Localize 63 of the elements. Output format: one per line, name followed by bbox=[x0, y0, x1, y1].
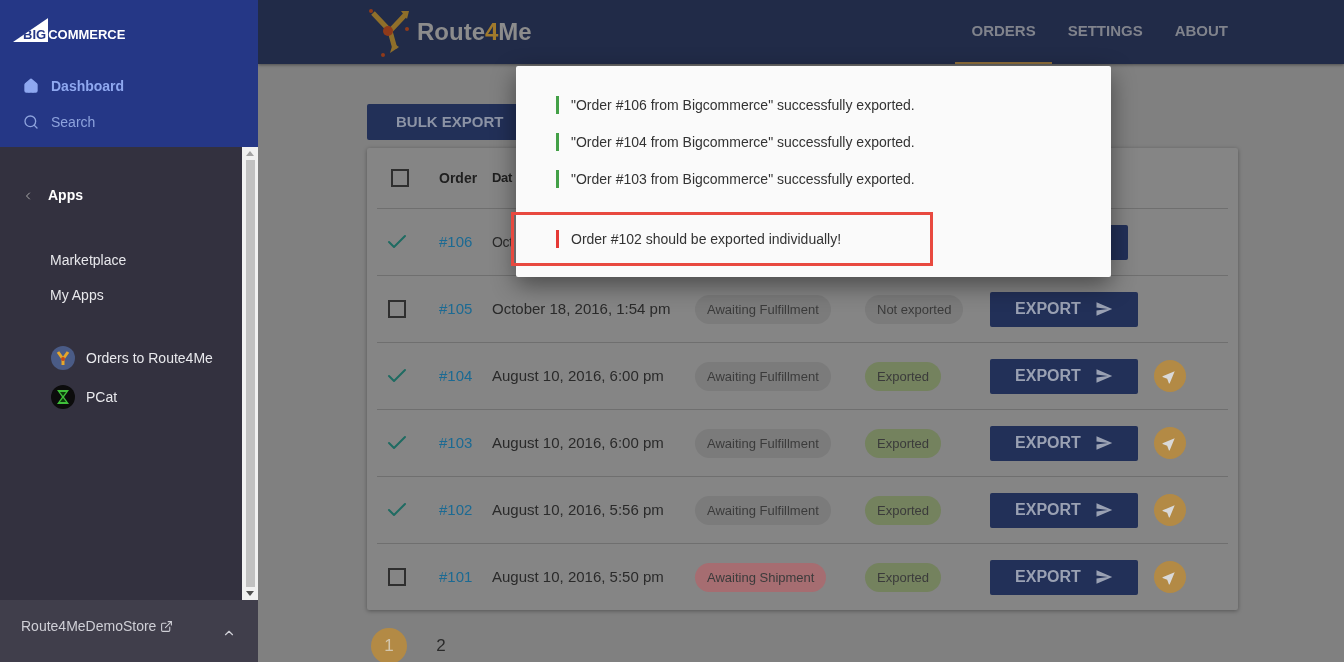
column-header: Dat bbox=[492, 169, 513, 188]
status-badge: Awaiting Fulfillment bbox=[695, 428, 831, 458]
checkbox[interactable] bbox=[391, 169, 409, 187]
success-marker bbox=[556, 96, 559, 114]
search-icon bbox=[23, 114, 39, 130]
export-button[interactable]: EXPORT bbox=[990, 425, 1138, 461]
checkbox[interactable] bbox=[388, 568, 406, 586]
nav-tab[interactable]: ABOUT bbox=[1158, 0, 1244, 64]
sidebar-link[interactable]: My Apps bbox=[50, 285, 104, 306]
order-date: August 10, 2016, 6:00 pm bbox=[492, 432, 665, 453]
send-icon bbox=[1094, 367, 1113, 385]
export-button[interactable]: EXPORT bbox=[990, 291, 1138, 327]
nav-tab[interactable]: ORDERS bbox=[955, 0, 1052, 64]
notification-message: "Order #103 from Bigcommerce" successfully exported. bbox=[571, 169, 915, 189]
error-marker bbox=[556, 230, 559, 248]
home-icon bbox=[23, 78, 39, 94]
column-header: Order bbox=[439, 168, 479, 188]
notification-message: "Order #104 from Bigcommerce" successfully exported. bbox=[571, 132, 915, 152]
send-icon bbox=[1094, 300, 1113, 318]
status-badge: Awaiting Fulfillment bbox=[695, 294, 831, 324]
app-link[interactable]: PCat bbox=[51, 385, 118, 409]
notification-message: "Order #106 from Bigcommerce" successfully exported. bbox=[571, 95, 915, 115]
checkbox[interactable] bbox=[388, 300, 406, 318]
app-title: Route4Me bbox=[417, 17, 532, 47]
export-button[interactable]: EXPORT bbox=[990, 492, 1138, 528]
success-marker bbox=[556, 133, 559, 151]
success-marker bbox=[556, 170, 559, 188]
order-date: August 10, 2016, 5:56 pm bbox=[492, 499, 665, 520]
send-icon bbox=[1094, 568, 1113, 586]
status-badge: Awaiting Shipment bbox=[695, 562, 827, 592]
order-date: October 18, 2016, 1:54 pm bbox=[492, 298, 672, 319]
status-badge: Awaiting Fulfillment bbox=[695, 495, 831, 525]
nav-item[interactable]: Dashboard bbox=[0, 76, 258, 96]
external-link-icon bbox=[160, 619, 174, 633]
app-logo-icon bbox=[51, 385, 75, 409]
send-icon bbox=[1094, 434, 1113, 452]
route-button[interactable] bbox=[1154, 427, 1186, 459]
order-date: August 10, 2016, 5:50 pm bbox=[492, 566, 665, 587]
route-button[interactable] bbox=[1154, 494, 1186, 526]
scrollbar[interactable] bbox=[242, 147, 258, 600]
scroll-down-arrow-icon[interactable] bbox=[246, 591, 254, 596]
nav-item[interactable]: Search bbox=[0, 112, 258, 132]
route-button[interactable] bbox=[1154, 360, 1186, 392]
export-button[interactable]: EXPORT bbox=[990, 559, 1138, 595]
scroll-up-arrow-icon[interactable] bbox=[246, 151, 254, 156]
nav-tab[interactable]: SETTINGS bbox=[1051, 0, 1159, 64]
app-link[interactable]: Orders to Route4Me bbox=[51, 346, 213, 370]
send-icon bbox=[1094, 501, 1113, 519]
order-date: August 10, 2016, 6:00 pm bbox=[492, 365, 665, 386]
export-status-badge: Not exported bbox=[865, 294, 964, 324]
back-link[interactable]: Apps bbox=[0, 185, 242, 206]
export-status-badge: Exported bbox=[865, 495, 942, 525]
status-badge: Awaiting Fulfillment bbox=[695, 361, 831, 391]
sidebar-link[interactable]: Marketplace bbox=[50, 250, 127, 271]
export-status-badge: Exported bbox=[865, 428, 942, 458]
notification-message: Order #102 should be exported individually! bbox=[571, 229, 842, 249]
app-logo-icon bbox=[51, 346, 75, 370]
route-button[interactable] bbox=[1154, 561, 1186, 593]
export-button[interactable]: EXPORT bbox=[990, 358, 1138, 394]
export-status-badge: Exported bbox=[865, 562, 942, 592]
export-status-badge: Exported bbox=[865, 361, 942, 391]
store-link[interactable]: Route4MeDemoStore bbox=[21, 615, 174, 637]
page-button[interactable]: 2 bbox=[423, 628, 459, 662]
